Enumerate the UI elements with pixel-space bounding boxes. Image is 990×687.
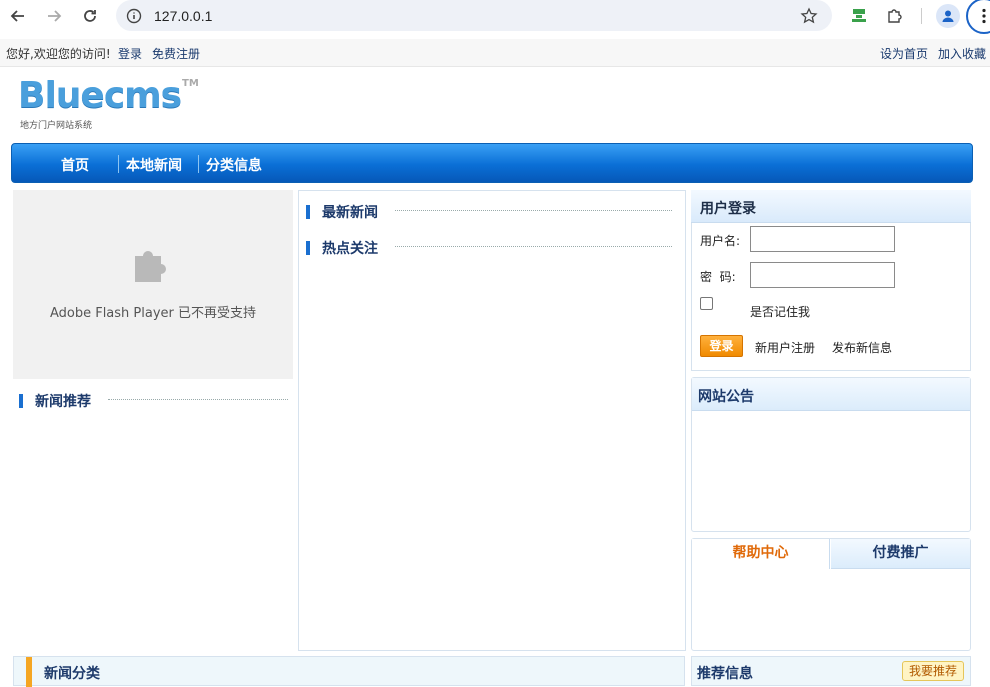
profile-avatar-icon[interactable] (936, 4, 960, 28)
dotted-rule (108, 399, 288, 400)
logo-wordmark: Bluecms (18, 75, 182, 116)
remember-checkbox[interactable] (700, 297, 713, 310)
toolbar-separator (921, 8, 922, 24)
site-logo[interactable]: Bluecms TM 地方门户网站系统 (18, 75, 199, 132)
username-label: 用户名: (700, 234, 741, 248)
url-text[interactable]: 127.0.0.1 (154, 8, 212, 24)
address-bar[interactable]: 127.0.0.1 (116, 0, 832, 31)
bookmark-link[interactable]: 加入收藏 (938, 45, 986, 62)
register-link[interactable]: 免费注册 (152, 45, 200, 62)
login-title: 用户登录 (700, 201, 756, 217)
recommend-badge-button[interactable]: 我要推荐 (902, 661, 965, 681)
recommended-info-header: 推荐信息 我要推荐 (691, 656, 971, 686)
news-recommend-label: 新闻推荐 (35, 394, 91, 410)
section-title-hot-focus: 热点关注 (306, 238, 378, 258)
puzzle-extensions-icon[interactable] (885, 6, 905, 26)
news-category-header: 新闻分类 (13, 656, 685, 687)
nav-divider (118, 155, 119, 173)
password-label: 密 码: (700, 270, 736, 284)
title-bar-marker (306, 205, 310, 219)
title-bar-marker (26, 657, 32, 687)
arrow-right-icon (48, 10, 62, 22)
logo-tagline: 地方门户网站系统 (20, 121, 93, 131)
browser-menu-icon[interactable] (966, 0, 990, 34)
news-category-label: 新闻分类 (44, 666, 100, 682)
notice-panel-header: 网站公告 (692, 378, 970, 411)
post-info-link[interactable]: 发布新信息 (832, 339, 892, 356)
browser-toolbar: 127.0.0.1 (0, 0, 990, 34)
username-input[interactable] (750, 226, 895, 252)
nav-item-classifieds[interactable]: 分类信息 (206, 155, 262, 175)
login-link[interactable]: 登录 (118, 45, 142, 62)
bookmark-star-icon[interactable] (800, 7, 818, 25)
notice-title: 网站公告 (698, 389, 754, 405)
new-user-register-link[interactable]: 新用户注册 (755, 339, 815, 356)
center-news-panel (298, 190, 686, 651)
latest-news-label: 最新新闻 (322, 205, 378, 221)
flash-unsupported-message: Adobe Flash Player 已不再受支持 (49, 306, 257, 321)
arrow-left-icon (10, 10, 24, 22)
recommended-info-label: 推荐信息 (697, 666, 753, 682)
nav-item-local-news[interactable]: 本地新闻 (126, 155, 182, 175)
flash-placeholder: Adobe Flash Player 已不再受支持 (13, 190, 293, 379)
reload-icon (84, 10, 96, 22)
tab-paid-promotion[interactable]: 付费推广 (831, 539, 970, 569)
plugin-puzzle-icon (135, 251, 166, 282)
extension-icon[interactable] (849, 6, 869, 26)
tab-help-center[interactable]: 帮助中心 (692, 539, 830, 569)
nav-divider (198, 155, 199, 173)
login-button[interactable]: 登录 (700, 335, 743, 357)
section-title-news-recommend: 新闻推荐 (19, 391, 91, 411)
forward-button[interactable] (40, 2, 68, 30)
welcome-text: 您好,欢迎您的访问! (6, 47, 111, 61)
main-nav: 首页 本地新闻 分类信息 (11, 143, 973, 183)
login-panel-header: 用户登录 (691, 190, 971, 223)
back-button[interactable] (4, 2, 32, 30)
nav-item-home[interactable]: 首页 (61, 155, 89, 175)
site-top-bar: 您好,欢迎您的访问! 登录 免费注册 设为首页 加入收藏 (0, 39, 990, 67)
hot-focus-label: 热点关注 (322, 241, 378, 257)
logo-trademark: TM (182, 78, 199, 89)
section-title-latest-news: 最新新闻 (306, 202, 378, 222)
remember-label: 是否记住我 (750, 305, 811, 319)
dotted-rule (395, 246, 672, 247)
title-bar-marker (19, 394, 23, 408)
site-info-icon[interactable] (126, 8, 142, 24)
password-input[interactable] (750, 262, 895, 288)
set-home-link[interactable]: 设为首页 (880, 45, 928, 62)
dotted-rule (395, 210, 672, 211)
title-bar-marker (306, 241, 310, 255)
reload-button[interactable] (76, 2, 104, 30)
